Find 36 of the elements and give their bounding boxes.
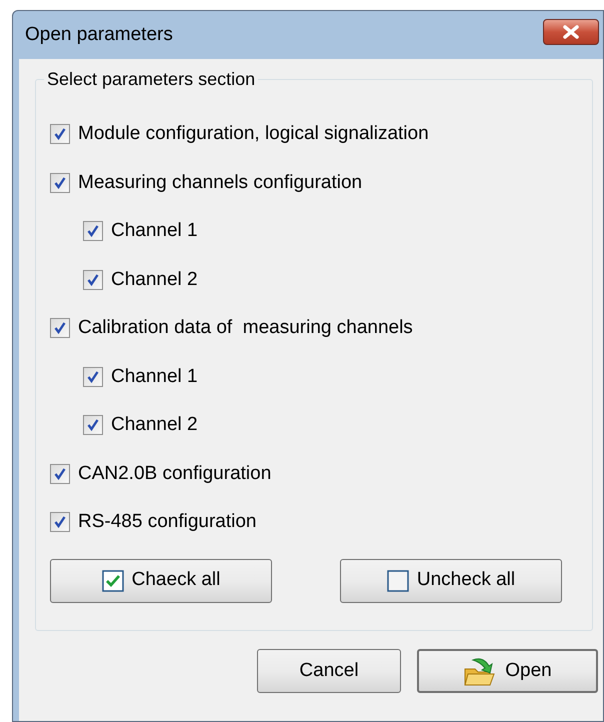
checkbox-label: Channel 1 bbox=[111, 364, 198, 388]
checkbox[interactable] bbox=[83, 366, 103, 387]
button[interactable]: Chaeck all bbox=[50, 558, 272, 602]
checkbox-label: Calibration data of measuring channels bbox=[78, 316, 413, 340]
checkbox[interactable] bbox=[50, 318, 70, 338]
checkbox-label: Channel 1 bbox=[111, 219, 198, 243]
checkbox-label: Channel 2 bbox=[111, 268, 198, 292]
checkbox-label: RS-485 configuration bbox=[78, 510, 256, 534]
checkbox[interactable] bbox=[50, 464, 70, 484]
check-icon bbox=[53, 515, 67, 530]
checkbox[interactable] bbox=[50, 172, 70, 193]
check-icon bbox=[86, 272, 100, 287]
check-icon bbox=[86, 418, 100, 432]
checkbox-label: Measuring channels configuration bbox=[78, 170, 362, 194]
button[interactable]: Cancel bbox=[257, 649, 401, 693]
close-button[interactable] bbox=[543, 19, 599, 45]
button[interactable]: Uncheck all bbox=[340, 558, 562, 602]
check-icon bbox=[53, 466, 67, 481]
checkbox-label: CAN2.0B configuration bbox=[78, 462, 272, 486]
checked-box-icon bbox=[102, 570, 124, 592]
check-icon bbox=[53, 321, 67, 336]
checkbox[interactable] bbox=[83, 415, 103, 436]
check-icon bbox=[86, 224, 100, 238]
checkbox[interactable] bbox=[50, 512, 70, 532]
check-icon bbox=[53, 127, 67, 142]
checkbox[interactable] bbox=[83, 221, 103, 242]
check-icon bbox=[53, 176, 67, 190]
checkbox[interactable] bbox=[83, 270, 103, 290]
checkbox-label: Channel 2 bbox=[111, 413, 198, 437]
close-icon bbox=[562, 25, 580, 39]
window-title: Open parameters bbox=[25, 22, 173, 47]
open-button[interactable]: Open bbox=[417, 649, 598, 693]
checkbox-label: Module configuration, logical signalization bbox=[78, 122, 429, 146]
empty-box-icon bbox=[386, 570, 409, 592]
check-icon bbox=[86, 370, 100, 384]
checkbox[interactable] bbox=[50, 124, 70, 144]
